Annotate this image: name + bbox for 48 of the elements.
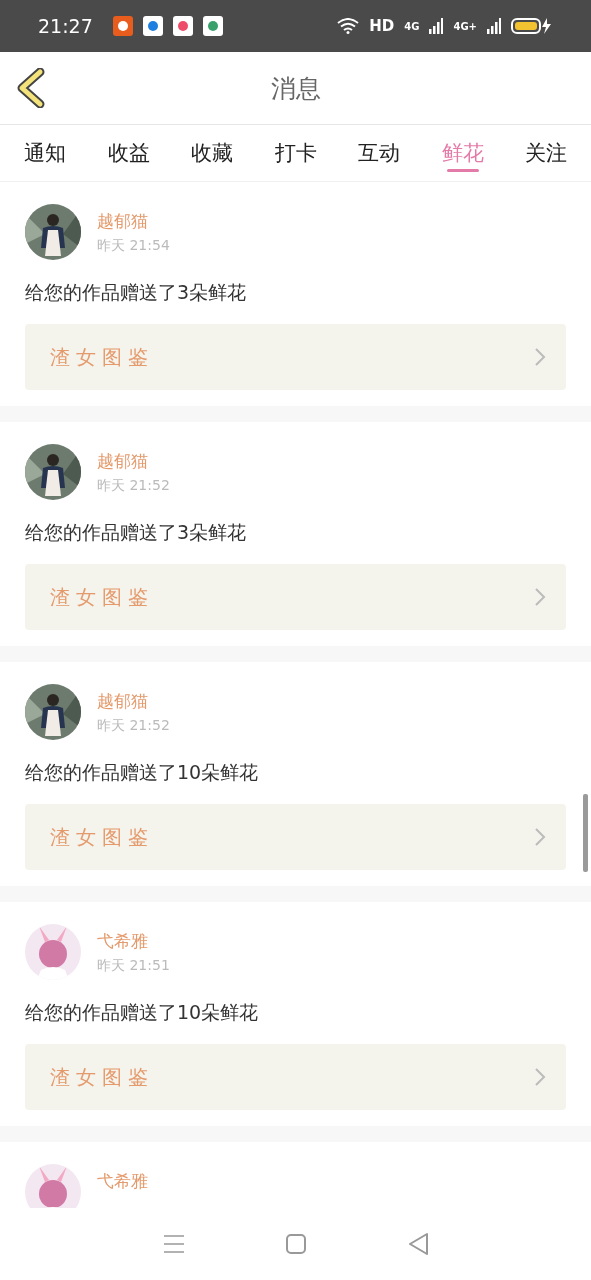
- chevron-right-icon: [534, 1067, 546, 1087]
- avatar[interactable]: [25, 684, 81, 740]
- back-icon[interactable]: [16, 68, 46, 108]
- user-name[interactable]: 越郁猫: [97, 450, 170, 473]
- page-title: 消息: [270, 72, 321, 105]
- message-text: 给您的作品赠送了3朵鲜花: [25, 280, 248, 305]
- message-text: 给您的作品赠送了10朵鲜花: [25, 760, 260, 785]
- network-label: 4G+: [453, 20, 477, 32]
- battery-icon: [511, 17, 553, 35]
- work-link[interactable]: 渣女图鉴: [25, 1044, 566, 1110]
- chevron-right-icon: [534, 347, 546, 367]
- tab[interactable]: 打卡: [258, 125, 333, 181]
- user-name[interactable]: 越郁猫: [97, 210, 170, 233]
- avatar[interactable]: [25, 444, 81, 500]
- avatar[interactable]: [25, 204, 81, 260]
- tab[interactable]: 通知: [8, 125, 82, 181]
- app-icon: [112, 16, 133, 36]
- message-time: 昨天 21:51: [97, 957, 170, 975]
- chevron-right-icon: [534, 827, 546, 847]
- app-icon: [142, 16, 163, 36]
- chevron-right-icon: [534, 587, 546, 607]
- tab[interactable]: 收藏: [175, 125, 249, 181]
- tab[interactable]: 关注: [509, 125, 583, 181]
- message-time: 昨天 21:54: [97, 237, 170, 255]
- back-nav-icon[interactable]: [406, 1232, 429, 1256]
- menu-icon[interactable]: [162, 1234, 185, 1254]
- app-icon: [202, 16, 223, 36]
- work-link[interactable]: 渣女图鉴: [25, 804, 566, 870]
- user-name[interactable]: 弋希雅: [97, 1170, 148, 1193]
- message-time: 昨天 21:52: [97, 717, 170, 735]
- wifi-icon: [337, 18, 360, 34]
- user-name[interactable]: 越郁猫: [97, 690, 170, 713]
- work-link[interactable]: 渣女图鉴: [25, 564, 566, 630]
- signal-icon: [429, 18, 444, 34]
- home-icon[interactable]: [284, 1233, 307, 1255]
- message-time: 昨天 21:52: [97, 477, 170, 495]
- user-name[interactable]: 弋希雅: [97, 930, 170, 953]
- network-label: 4G: [404, 20, 420, 32]
- tab[interactable]: 收益: [91, 125, 166, 181]
- signal-icon: [487, 18, 501, 34]
- tab[interactable]: 互动: [342, 125, 416, 181]
- message-text: 给您的作品赠送了3朵鲜花: [25, 520, 248, 545]
- tab[interactable]: 鲜花: [425, 125, 500, 181]
- status-time: 21:27: [38, 15, 93, 37]
- work-link[interactable]: 渣女图鉴: [25, 324, 566, 390]
- hd-label: HD: [369, 17, 395, 35]
- message-text: 给您的作品赠送了10朵鲜花: [25, 1000, 260, 1025]
- app-icon: [172, 16, 193, 36]
